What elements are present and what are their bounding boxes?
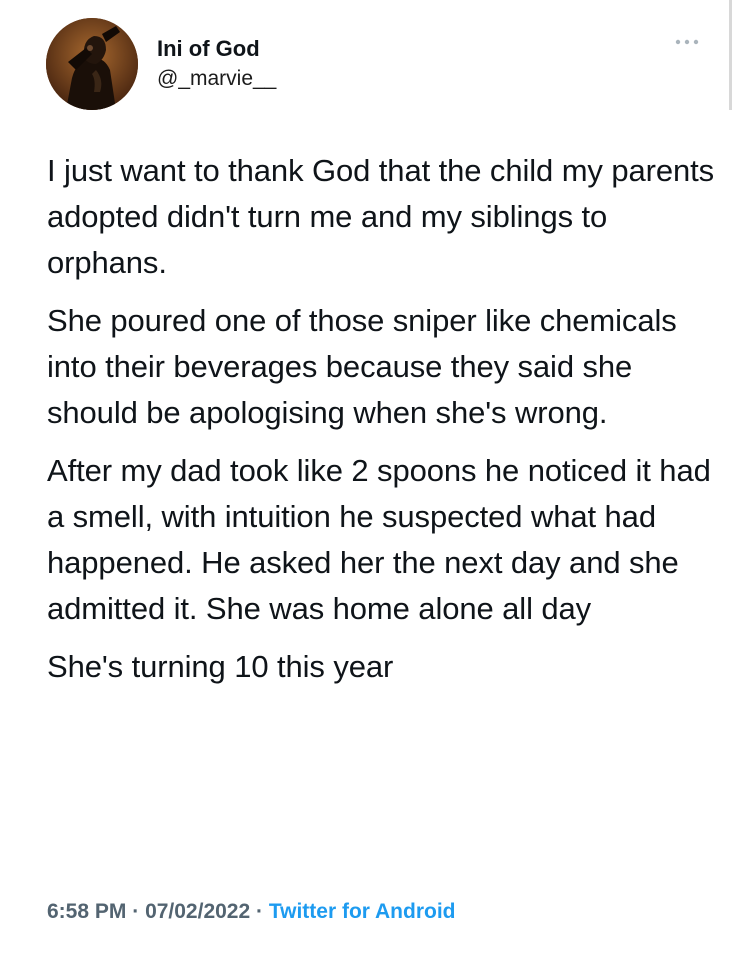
avatar-image [46,18,138,110]
tweet-text: I just want to thank God that the child … [47,148,717,690]
tweet-time[interactable]: 6:58 PM [47,900,126,923]
more-horizontal-icon[interactable] [672,34,702,50]
author-handle[interactable]: @_marvie__ [157,67,276,91]
avatar[interactable] [46,18,138,110]
tweet-paragraph: She poured one of those sniper like chem… [47,303,677,430]
tweet-paragraph: I just want to thank God that the child … [47,153,715,280]
tweet-source-link[interactable]: Twitter for Android [269,900,456,923]
tweet-paragraph: After my dad took like 2 spoons he notic… [47,453,711,626]
author-display-name[interactable]: Ini of God [157,36,260,62]
tweet-metadata: 6:58 PM · 07/02/2022 · Twitter for Andro… [47,900,456,924]
tweet-paragraph: She's turning 10 this year [47,649,394,684]
tweet-card: Ini of God @_marvie__ I just want to tha… [0,0,732,960]
meta-separator: · [256,900,264,923]
meta-separator: · [132,900,140,923]
tweet-date[interactable]: 07/02/2022 [145,900,250,923]
